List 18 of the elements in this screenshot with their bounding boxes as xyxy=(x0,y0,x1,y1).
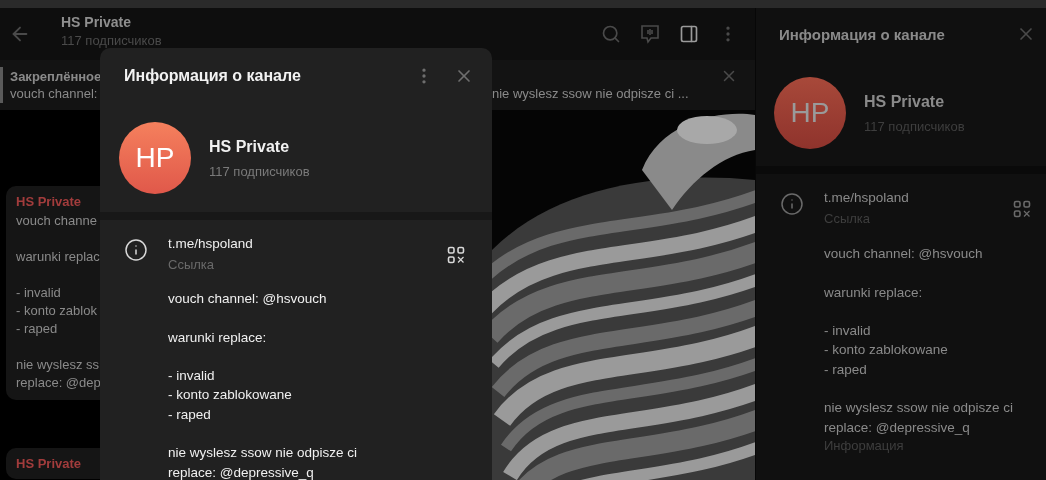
chat-subtitle: 117 подписчиков xyxy=(61,33,163,48)
panel-title: Информация о канале xyxy=(779,25,946,43)
chat-title: HS Private xyxy=(61,14,133,30)
pinned-label: Закреплённое xyxy=(10,69,100,84)
channel-name: HS Private xyxy=(209,137,291,156)
link-label: Ссылка xyxy=(168,257,216,272)
pinned-preview: vouch channel: xyxy=(10,86,99,101)
sender-name: HS Private xyxy=(16,194,83,209)
channel-avatar: HP xyxy=(119,122,191,194)
dialog-title: Информация о канале xyxy=(124,67,302,85)
channel-description: vouch channel: @hsvouch warunki replace: - invalid - konto zablokowane - raped nie wyslesz ssow nie odpisze ci replace: @depressive_q xyxy=(824,245,1014,437)
subscriber-count: 117 подписчиков xyxy=(209,163,310,179)
channel-name: HS Private xyxy=(864,92,946,111)
message-text: vouch channe warunki replac - invalid - konto zablok - raped nie wyslesz ss replace: @dep xyxy=(16,212,102,392)
sender-name: HS Private xyxy=(16,456,83,471)
pinned-preview: nie wyslesz ssow nie odpisze ci ... xyxy=(492,85,689,101)
channel-description: vouch channel: @hsvouch warunki replace: - invalid - konto zablokowane - raped nie wyslesz ssow nie odpisze ci replace: @depressive_q xyxy=(168,290,359,480)
channel-avatar: HP xyxy=(774,77,846,149)
